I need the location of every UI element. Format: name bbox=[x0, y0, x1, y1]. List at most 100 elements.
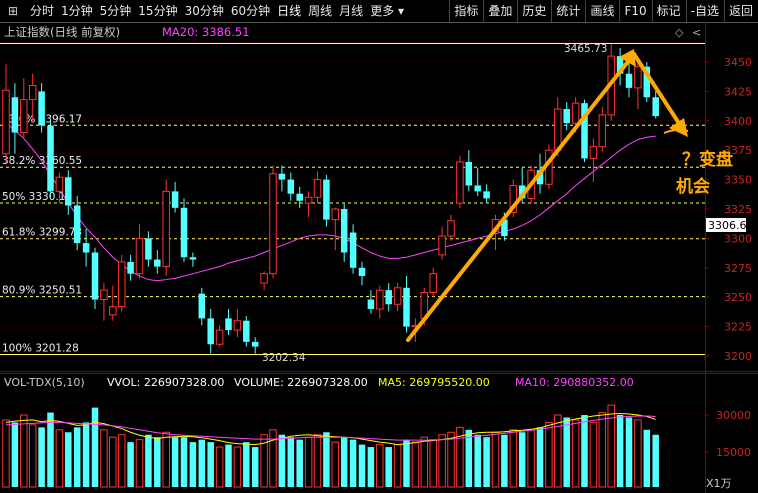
volume-bar-down bbox=[483, 437, 490, 487]
candle-body-down bbox=[278, 173, 286, 180]
candle-body-up bbox=[429, 273, 437, 293]
volume-bar-down bbox=[189, 442, 197, 487]
candle-body-down bbox=[652, 97, 659, 117]
volume-bar-up bbox=[509, 429, 518, 488]
downtrend-arrow bbox=[632, 52, 684, 130]
toolbar-action-5[interactable]: F10 bbox=[619, 0, 651, 22]
volume-bar-down bbox=[38, 427, 45, 487]
candle-body-up bbox=[571, 102, 580, 124]
volume-bar-down bbox=[145, 434, 152, 487]
volume-bar-up bbox=[233, 446, 242, 488]
period-tab-4[interactable]: 30分钟 bbox=[182, 0, 228, 22]
candle-body-down bbox=[47, 125, 54, 192]
volume-bar-up bbox=[304, 436, 313, 488]
candle-body-down bbox=[154, 259, 161, 267]
toolbar-action-2[interactable]: 历史 bbox=[517, 0, 551, 22]
volume-bar-down bbox=[581, 415, 588, 487]
toolbar-action-0[interactable]: 指标 bbox=[449, 0, 483, 22]
candle-body-down bbox=[82, 243, 90, 253]
candle-body-up bbox=[331, 208, 340, 221]
volume-bar-up bbox=[331, 441, 340, 488]
volume-bar-down bbox=[154, 437, 161, 487]
volume-bar-down bbox=[625, 417, 633, 487]
low-price-label: 3202.34 bbox=[262, 352, 306, 364]
price-tick-label: 3425 bbox=[724, 85, 752, 98]
price-tick-label: 3400 bbox=[724, 115, 752, 128]
chart-title: 上证指数(日线 前复权) bbox=[4, 25, 120, 39]
toolbar-action-6[interactable]: 标记 bbox=[651, 0, 686, 22]
candle-body-up bbox=[456, 161, 464, 204]
volume-bar-up bbox=[269, 429, 277, 488]
volume-bar-down bbox=[65, 432, 72, 487]
volume-bar-down bbox=[251, 447, 259, 487]
volume-bar-up bbox=[411, 441, 420, 488]
menu-grid-icon[interactable]: ⊞ bbox=[0, 0, 27, 22]
period-tab-6[interactable]: 日线 bbox=[274, 0, 305, 22]
toolbar-action-4[interactable]: 画线 bbox=[585, 0, 619, 22]
price-tick-label: 3350 bbox=[724, 174, 752, 187]
volume-bar-down bbox=[171, 437, 179, 487]
toolbar-action-7[interactable]: -自选 bbox=[685, 0, 724, 22]
annotation-change-chance: ？变盘 bbox=[682, 149, 733, 170]
candle-body-down bbox=[38, 91, 45, 126]
period-tab-3[interactable]: 15分钟 bbox=[135, 0, 181, 22]
volume-bar-down bbox=[180, 437, 188, 487]
volume-bar-up bbox=[2, 419, 10, 488]
volume-bar-down bbox=[11, 422, 19, 487]
price-tick-label: 3250 bbox=[724, 291, 752, 304]
volume-bar-up bbox=[117, 434, 126, 488]
volume-bar-down bbox=[82, 422, 90, 487]
period-tab-9[interactable]: 更多 ▾ bbox=[367, 0, 408, 22]
collapse-chevron-icon[interactable]: < bbox=[692, 26, 701, 39]
candle-body-down bbox=[198, 293, 206, 319]
candle-body-down bbox=[171, 191, 179, 208]
volume-bar-down bbox=[47, 412, 54, 487]
candle-body-down bbox=[287, 179, 295, 194]
volume-bar-up bbox=[438, 434, 446, 488]
period-tab-7[interactable]: 周线 bbox=[305, 0, 336, 22]
volume-bar-up bbox=[545, 421, 553, 488]
toolbar-action-1[interactable]: 叠加 bbox=[483, 0, 517, 22]
period-tab-5[interactable]: 60分钟 bbox=[228, 0, 274, 22]
volume-bar-up bbox=[527, 429, 535, 488]
candle-body-down bbox=[349, 232, 357, 268]
fib-label: 80.9% 3250.51 bbox=[2, 285, 82, 297]
candle-body-up bbox=[162, 190, 170, 268]
candle-body-up bbox=[117, 261, 126, 308]
volume-bar-up bbox=[598, 412, 607, 488]
period-tab-2[interactable]: 5分钟 bbox=[97, 0, 136, 22]
volume-bar-down bbox=[91, 407, 99, 487]
price-tick-label: 3300 bbox=[724, 232, 752, 245]
toolbar-action-8[interactable]: 返回 bbox=[723, 0, 758, 22]
period-tab-0[interactable]: 分时 bbox=[27, 0, 58, 22]
volume-tick-label: 30000 bbox=[716, 409, 751, 422]
vol-ma10-legend: MA10: 290880352.00 bbox=[515, 376, 634, 389]
toolbar-action-3[interactable]: 统计 bbox=[551, 0, 585, 22]
candle-body-up bbox=[109, 306, 117, 316]
candle-body-up bbox=[438, 235, 446, 256]
volume-indicator-title[interactable]: VOL-TDX(5,10) bbox=[4, 376, 85, 389]
volume-bar-down bbox=[198, 439, 206, 487]
volume-bar-down bbox=[652, 434, 659, 487]
candle-body-up bbox=[393, 287, 402, 305]
volume-bar-down bbox=[243, 442, 250, 487]
volume-bar-down bbox=[465, 429, 473, 487]
candle-body-up bbox=[233, 320, 242, 331]
candle-body-up bbox=[304, 196, 313, 204]
candle-body-up bbox=[447, 220, 455, 237]
volume-unit-label: X1万 bbox=[706, 477, 732, 490]
candle-body-down bbox=[91, 252, 99, 300]
candle-body-down bbox=[358, 267, 366, 277]
candle-body-up bbox=[215, 329, 224, 345]
candle-body-down bbox=[367, 299, 375, 309]
diamond-icon[interactable]: ◇ bbox=[675, 26, 684, 39]
candle-body-up bbox=[55, 176, 64, 192]
candle-body-down bbox=[189, 257, 197, 260]
volume-bar-up bbox=[393, 444, 402, 488]
candle-body-up bbox=[589, 146, 598, 159]
candle-body-up bbox=[20, 99, 28, 134]
candle-body-up bbox=[313, 179, 322, 198]
period-tab-8[interactable]: 月线 bbox=[336, 0, 367, 22]
period-tab-1[interactable]: 1分钟 bbox=[58, 0, 97, 22]
price-tick-label: 3225 bbox=[724, 321, 752, 334]
